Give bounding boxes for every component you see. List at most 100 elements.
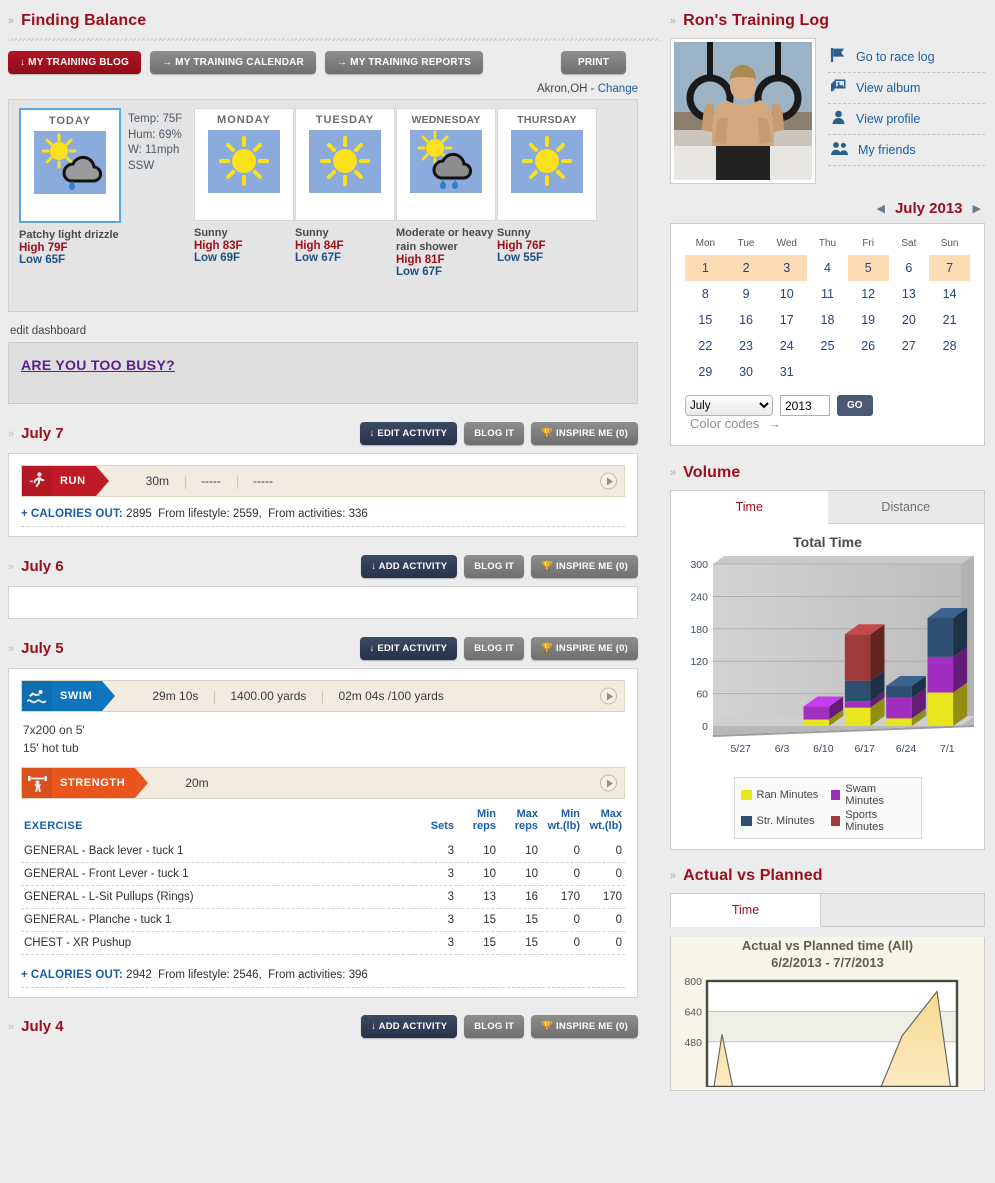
- weather-day-label: TODAY: [48, 115, 92, 127]
- blog-it-button[interactable]: BLOG IT: [464, 637, 525, 660]
- calendar-day[interactable]: 2: [725, 255, 767, 281]
- calendar-widget: Mon Tue Wed Thu Fri Sat Sun 1 2 3 4 5 6: [670, 223, 985, 446]
- inspire-me-button[interactable]: 🏆 INSPIRE ME (0): [531, 637, 638, 660]
- calendar-day[interactable]: 8: [685, 281, 726, 307]
- svg-text:60: 60: [696, 689, 708, 701]
- profile-links: Go to race log View album View profile M…: [828, 38, 985, 184]
- expand-activity-button[interactable]: [600, 774, 617, 792]
- calendar-day[interactable]: 20: [889, 307, 930, 333]
- calendar-day[interactable]: 21: [929, 307, 970, 333]
- volume-title: » Volume: [670, 464, 985, 482]
- calendar-day[interactable]: 6: [889, 255, 930, 281]
- tab-volume-time[interactable]: Time: [671, 491, 828, 524]
- link-row-friends[interactable]: My friends: [828, 135, 985, 166]
- activity-row-run[interactable]: RUN 30m ----- -----: [21, 465, 625, 497]
- weather-low: Low 67F: [396, 266, 443, 278]
- calendar-day[interactable]: 19: [848, 307, 889, 333]
- expand-icon[interactable]: +: [21, 508, 28, 520]
- avatar[interactable]: [670, 38, 816, 184]
- change-location-link[interactable]: Change: [598, 83, 638, 95]
- weather-icon-base: [401, 193, 491, 212]
- expand-activity-button[interactable]: [600, 687, 617, 705]
- calendar-day[interactable]: 14: [929, 281, 970, 307]
- calendar-day[interactable]: 25: [807, 333, 848, 359]
- flag-icon: [830, 47, 847, 66]
- month-select[interactable]: July JanuaryFebruaryMarch AprilMayJune A…: [685, 395, 773, 416]
- calendar-day[interactable]: 12: [848, 281, 889, 307]
- inspire-me-button[interactable]: 🏆 INSPIRE ME (0): [531, 422, 638, 445]
- add-activity-button[interactable]: ↓ ADD ACTIVITY: [361, 555, 458, 578]
- calendar-day[interactable]: 23: [726, 333, 767, 359]
- location-separator: -: [590, 83, 595, 95]
- calendar-day[interactable]: 24: [766, 333, 807, 359]
- my-training-blog-button[interactable]: ↓ MY TRAINING BLOG: [8, 51, 141, 74]
- volume-bar-chart-svg: 0 60 120 180 240 300 5/27 6/3 6/10 6/17 6/24 7/1: [690, 554, 975, 755]
- blog-it-button[interactable]: BLOG IT: [464, 555, 525, 578]
- weather-card-monday[interactable]: MONDAY Sunny High 83F Low 69F: [194, 108, 294, 299]
- expand-activity-button[interactable]: [600, 472, 617, 490]
- calendar-weekday-row: Mon Tue Wed Thu Fri Sat Sun: [685, 236, 970, 255]
- weather-card-wednesday[interactable]: WEDNESDAY Moderate or heavy rain shower …: [396, 108, 496, 299]
- inspire-me-button[interactable]: 🏆 INSPIRE ME (0): [531, 555, 638, 578]
- activity-row-swim[interactable]: SWIM 29m 10s 1400.00 yards 02m 04s /100 …: [21, 680, 625, 712]
- calendar-day[interactable]: 1: [685, 255, 726, 281]
- edit-activity-button[interactable]: ↓ EDIT ACTIVITY: [359, 637, 458, 660]
- calendar-day[interactable]: 18: [807, 307, 848, 333]
- year-input[interactable]: [780, 395, 830, 416]
- activity-note-line: 7x200 on 5': [23, 723, 85, 737]
- view-album-link[interactable]: View album: [856, 81, 920, 95]
- print-button[interactable]: PRINT: [561, 51, 626, 74]
- view-profile-link[interactable]: View profile: [856, 112, 920, 126]
- calendar-day[interactable]: 30: [726, 359, 767, 385]
- calendar-day[interactable]: 10: [766, 281, 807, 307]
- calendar-day[interactable]: 28: [929, 333, 970, 359]
- calendar-day[interactable]: 29: [685, 359, 726, 385]
- calendar-day[interactable]: 11: [807, 281, 848, 307]
- calendar-day[interactable]: 15: [685, 307, 726, 333]
- edit-dashboard-link[interactable]: edit dashboard: [10, 325, 86, 337]
- weather-card-thursday[interactable]: THURSDAY Sunny High 76F Low 55F: [497, 108, 597, 299]
- calendar-day[interactable]: 27: [889, 333, 930, 359]
- link-row-race-log[interactable]: Go to race log: [828, 42, 985, 73]
- calendar-day[interactable]: 22: [685, 333, 726, 359]
- calendar-day[interactable]: 31: [766, 359, 807, 385]
- activity-stat-pace: -----: [236, 474, 289, 489]
- tab-filler: [821, 894, 984, 927]
- my-friends-link[interactable]: My friends: [858, 143, 916, 157]
- inspire-me-button[interactable]: 🏆 INSPIRE ME (0): [531, 1015, 638, 1038]
- exercise-sets: 3: [415, 838, 457, 863]
- link-row-profile[interactable]: View profile: [828, 104, 985, 135]
- calendar-day[interactable]: 26: [848, 333, 889, 359]
- my-training-reports-button[interactable]: → MY TRAINING REPORTS: [324, 51, 484, 74]
- calendar-day[interactable]: 17: [766, 307, 807, 333]
- calendar-day[interactable]: 13: [889, 281, 930, 307]
- add-activity-button[interactable]: ↓ ADD ACTIVITY: [361, 1015, 458, 1038]
- tab-volume-distance[interactable]: Distance: [827, 491, 984, 524]
- blog-it-button[interactable]: BLOG IT: [464, 1015, 525, 1038]
- calendar-day[interactable]: 7: [929, 255, 970, 281]
- activity-row-strength[interactable]: STRENGTH 20m: [21, 767, 625, 799]
- tab-avp-time[interactable]: Time: [671, 894, 821, 927]
- blog-it-button[interactable]: BLOG IT: [464, 422, 525, 445]
- calendar-day[interactable]: 4: [807, 255, 848, 281]
- legend-swatch-ran: [740, 790, 752, 800]
- weather-card-today[interactable]: TODAY Patchy light drizzle High 79F Low …: [19, 108, 121, 299]
- weather-card-tuesday[interactable]: TUESDAY Sunny High 84F Low 67F: [295, 108, 395, 299]
- my-training-calendar-button[interactable]: → MY TRAINING CALENDAR: [149, 51, 316, 74]
- calendar-day[interactable]: 16: [726, 307, 767, 333]
- link-row-album[interactable]: View album: [828, 73, 985, 104]
- calendar-next-button[interactable]: ▶: [973, 202, 981, 215]
- calendar-day[interactable]: 3: [766, 255, 808, 281]
- color-codes-link[interactable]: Color codes →: [685, 416, 781, 431]
- calendar-day-empty: [848, 359, 889, 385]
- calendar-day[interactable]: 5: [847, 255, 889, 281]
- exercise-name: CHEST - XR Pushup: [21, 931, 415, 955]
- calendar-prev-button[interactable]: ◀: [877, 202, 885, 215]
- go-to-race-log-link[interactable]: Go to race log: [856, 50, 935, 64]
- edit-activity-button[interactable]: ↓ EDIT ACTIVITY: [359, 422, 458, 445]
- calendar-day[interactable]: 9: [726, 281, 767, 307]
- are-you-too-busy-link[interactable]: ARE YOU TOO BUSY?: [21, 357, 175, 373]
- go-button[interactable]: GO: [837, 395, 873, 416]
- inspire-me-label: INSPIRE ME (0): [556, 643, 628, 654]
- expand-icon[interactable]: +: [21, 969, 28, 981]
